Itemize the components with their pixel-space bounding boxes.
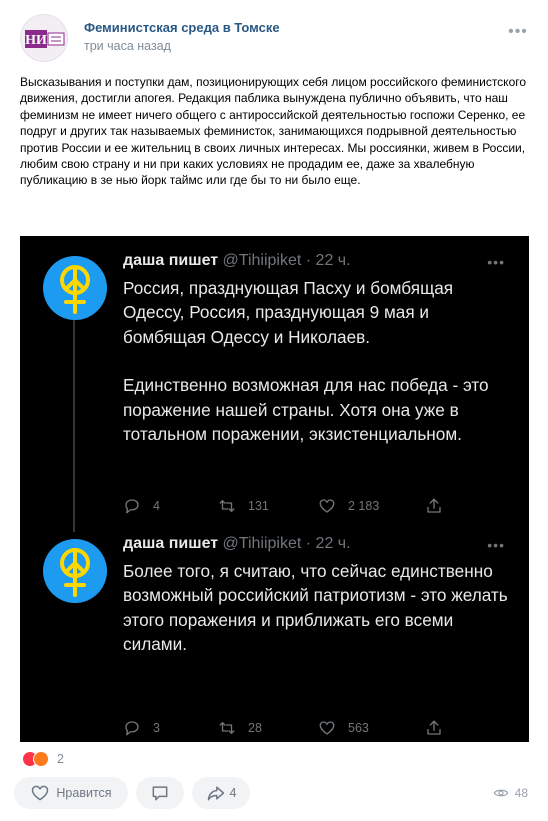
heart-icon — [319, 499, 335, 513]
community-logo-text: НИ — [25, 33, 47, 48]
comment-button[interactable] — [136, 777, 184, 809]
share-icon — [427, 720, 441, 735]
thread-line — [73, 316, 75, 532]
reactions-summary[interactable]: 2 — [22, 750, 64, 768]
views-counter: 48 — [493, 785, 528, 801]
share-count: 4 — [229, 786, 237, 800]
tweet-like-count: 2 183 — [348, 499, 380, 513]
tweet-share — [425, 718, 455, 738]
tweet-paragraph: Единственно возможная для нас победа - э… — [123, 375, 489, 445]
reactions-count: 2 — [57, 752, 64, 766]
feminist-pacifist-symbol-icon — [60, 265, 90, 314]
tweet-actions: 3 28 563 — [123, 718, 463, 738]
tweet-share — [425, 496, 455, 516]
tweet-more-icon: ••• — [487, 537, 505, 553]
retweet-icon — [219, 500, 235, 512]
tweet-replies: 3 — [123, 718, 160, 738]
comment-icon — [152, 786, 168, 801]
views-count: 48 — [514, 786, 528, 800]
retweet-icon — [219, 722, 235, 734]
post-time[interactable]: три часа назад — [84, 39, 171, 53]
tweet-replies: 4 — [123, 496, 160, 516]
reply-icon — [125, 499, 139, 514]
tweet-avatar — [43, 256, 107, 320]
tweet-text: Более того, я считаю, что сейчас единств… — [123, 559, 513, 657]
tweet-meta: @Tihiipiket · 22 ч. — [222, 535, 351, 552]
tweet-likes: 563 — [318, 718, 369, 738]
eye-icon — [493, 789, 508, 797]
angry-reaction-icon — [33, 751, 49, 767]
tweet-reply-count: 3 — [153, 721, 160, 735]
attached-image[interactable]: даша пишет @Tihiipiket · 22 ч. ••• Росси… — [20, 236, 529, 742]
heart-icon — [32, 785, 49, 801]
tweet-paragraph: Более того, я считаю, что сейчас единств… — [123, 561, 508, 655]
tweet-avatar — [43, 539, 107, 603]
community-name[interactable]: Феминистская среда в Томске — [84, 20, 280, 35]
tweet-more-icon: ••• — [487, 254, 505, 270]
share-icon — [427, 498, 441, 513]
share-arrow-icon — [207, 786, 224, 801]
tweet-header: даша пишет @Tihiipiket · 22 ч. — [123, 252, 351, 270]
tweet-actions: 4 131 2 183 — [123, 496, 463, 516]
tweet-author-name: даша пишет — [123, 535, 219, 552]
tweet-reply-count: 4 — [153, 499, 160, 513]
heart-icon — [319, 721, 335, 735]
post-action-bar: Нравится 4 48 — [14, 775, 534, 809]
tweet-like-count: 563 — [348, 721, 369, 735]
like-button[interactable]: Нравится — [14, 777, 128, 809]
tweet-text: Россия, празднующая Пасху и бомбящая Оде… — [123, 276, 513, 446]
more-horizontal-icon[interactable]: ••• — [506, 24, 530, 40]
tweet-retweets: 131 — [218, 496, 269, 516]
share-button[interactable]: 4 — [192, 777, 250, 809]
like-label: Нравится — [56, 786, 112, 800]
tweet-likes: 2 183 — [318, 496, 379, 516]
reply-icon — [125, 721, 139, 736]
tweet-retweet-count: 131 — [248, 499, 269, 513]
tweet-meta: @Tihiipiket · 22 ч. — [222, 252, 351, 269]
post-text: Высказывания и поступки дам, позициониру… — [20, 75, 527, 188]
tweet-header: даша пишет @Tihiipiket · 22 ч. — [123, 535, 351, 553]
post-header: НИ Феминистская среда в Томске три часа … — [20, 14, 530, 62]
tweet-retweets: 28 — [218, 718, 262, 738]
feminist-pacifist-symbol-icon — [60, 548, 90, 597]
tweet-retweet-count: 28 — [248, 721, 262, 735]
tweet-paragraph: Россия, празднующая Пасху и бомбящая Оде… — [123, 278, 454, 347]
community-logo: НИ — [25, 30, 65, 48]
community-avatar[interactable]: НИ — [20, 14, 68, 62]
tweet-author-name: даша пишет — [123, 252, 219, 269]
